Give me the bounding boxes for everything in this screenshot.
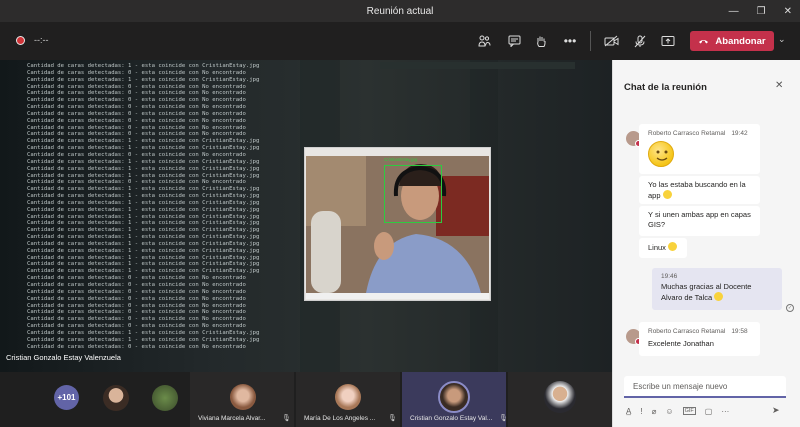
mic-off-icon: 🎙︎ [499,415,508,422]
sticker-icon[interactable]: ▢ [705,407,713,416]
participant-name: Cristian Gonzalo Estay Val... [410,415,493,422]
log-line: Cantidad de caras detectadas: 0 - esta c… [27,343,246,350]
avatar [230,384,256,410]
chevron-down-icon[interactable]: ⌄ [778,34,786,45]
title-bar: Reunión actual [0,0,800,22]
chat-message-own: 19:46 Muchas gracias al Docente Alvaro d… [652,268,782,310]
system-monitor-strip [380,62,575,69]
raise-hand-icon[interactable] [533,33,549,49]
important-icon[interactable]: ! [640,407,642,416]
message-sender: Roberto Carrasco Retamal [648,130,726,137]
chat-message: Y si unen ambas app en capas GIS? [639,206,760,236]
camera-status-bar [306,293,489,299]
close-icon[interactable]: ✕ [775,80,783,91]
mic-off-icon: 🎙︎ [282,415,291,422]
leave-button[interactable]: Abandonar [690,31,774,51]
window-title: Reunión actual [366,5,434,17]
log-line: Cantidad de caras detectadas: 0 - esta c… [27,323,246,330]
more-options-icon[interactable]: ··· [721,407,729,416]
message-compose-input[interactable]: Escribe un mensaje nuevo [624,376,786,398]
participants-icon[interactable] [476,33,492,49]
message-text: Yo las estaba buscando en la app [648,180,746,200]
log-line: Cantidad de caras detectadas: 0 - esta c… [27,83,246,90]
meeting-toolbar [0,22,800,60]
phone-hangup-icon [698,36,709,47]
smile-emoji-icon [668,242,678,251]
send-icon[interactable]: ➤ [772,405,780,416]
avatar [335,384,361,410]
smile-emoji-icon [648,141,674,167]
log-line: Cantidad de caras detectadas: 0 - esta c… [27,97,246,104]
chat-message: Linux [639,238,687,258]
more-participants-badge[interactable]: +101 [54,385,79,410]
presenter-name: Cristian Gonzalo Estay Valenzuela [6,353,121,362]
message-text: Y si unen ambas app en capas GIS? [648,210,751,229]
leave-button-label: Abandonar [715,35,766,47]
recording-time: --:-- [34,35,49,45]
chat-title: Chat de la reunión [624,82,707,93]
window-controls: — ❐ ✕ [729,0,792,22]
face-detection-box [384,165,442,223]
toolbar-divider [590,31,591,51]
log-line: Cantidad de caras detectadas: 1 - esta c… [27,329,260,336]
recording-icon [16,36,25,45]
message-time: 19:46 [661,273,678,280]
message-time: 19:42 [731,130,748,137]
avatar[interactable] [103,385,129,411]
log-line: Cantidad de caras detectadas: 0 - esta c… [27,110,246,117]
log-line: Cantidad de caras detectadas: 0 - esta c… [27,302,246,309]
log-line: Cantidad de caras detectadas: 0 - esta c… [27,104,246,111]
smile-emoji-icon [714,292,724,301]
log-line: Cantidad de caras detectadas: 0 - esta c… [27,90,246,97]
smile-emoji-icon [662,190,672,199]
log-line: Cantidad de caras detectadas: 0 - esta c… [27,117,246,124]
log-line: Cantidad de caras detectadas: 0 - esta c… [27,124,246,131]
chat-message: Yo las estaba buscando en la app [639,176,760,204]
close-window-icon[interactable]: ✕ [784,6,792,17]
mic-off-icon: 🎙︎ [388,415,397,422]
avatar [544,381,576,413]
message-sender: Roberto Carrasco Retamal [648,328,726,335]
message-text: Linux [648,243,666,252]
avatar [438,381,470,413]
participant-name: Viviana Marcela Alvar... [198,415,266,422]
share-screen-icon[interactable] [660,33,676,49]
message-time: 19:58 [731,328,748,335]
log-line: Cantidad de caras detectadas: 1 - esta c… [27,76,260,83]
log-line: Cantidad de caras detectadas: 0 - esta c… [27,316,246,323]
minimize-icon[interactable]: — [729,6,739,17]
participant-name: María De Los Angeles ... [304,415,376,422]
seen-check-icon: ✓ [786,304,794,312]
log-line: Cantidad de caras detectadas: 0 - esta c… [27,131,246,138]
gif-icon[interactable]: GIF [682,407,696,415]
mic-off-icon[interactable] [632,33,648,49]
chat-message: Roberto Carrasco Retamal 19:58 Excelente … [639,322,760,356]
face-detection-label: CristianEstay.jpg [384,157,418,162]
log-line: Cantidad de caras detectadas: 0 - esta c… [27,309,246,316]
maximize-icon[interactable]: ❐ [757,6,766,17]
log-line: Cantidad de caras detectadas: 1 - esta c… [27,336,260,343]
attach-icon[interactable]: ⌀ [652,407,657,416]
emoji-icon[interactable]: ☺ [665,407,673,416]
chat-icon[interactable] [506,33,522,49]
format-icon[interactable]: A̲ [626,407,631,416]
compose-toolbar: A̲ ! ⌀ ☺ GIF ▢ ··· [626,405,786,417]
log-line: Cantidad de caras detectadas: 1 - esta c… [27,138,260,145]
message-text: Muchas gracias al Docente Alvaro de Talc… [661,282,752,302]
camera-off-icon[interactable] [603,33,619,49]
message-text: Excelente Jonathan [648,339,714,348]
log-line: Cantidad de caras detectadas: 1 - esta c… [27,63,260,69]
avatar[interactable] [152,385,178,411]
log-line: Cantidad de caras detectadas: 0 - esta c… [27,69,246,76]
more-options-icon[interactable]: ••• [562,33,578,49]
